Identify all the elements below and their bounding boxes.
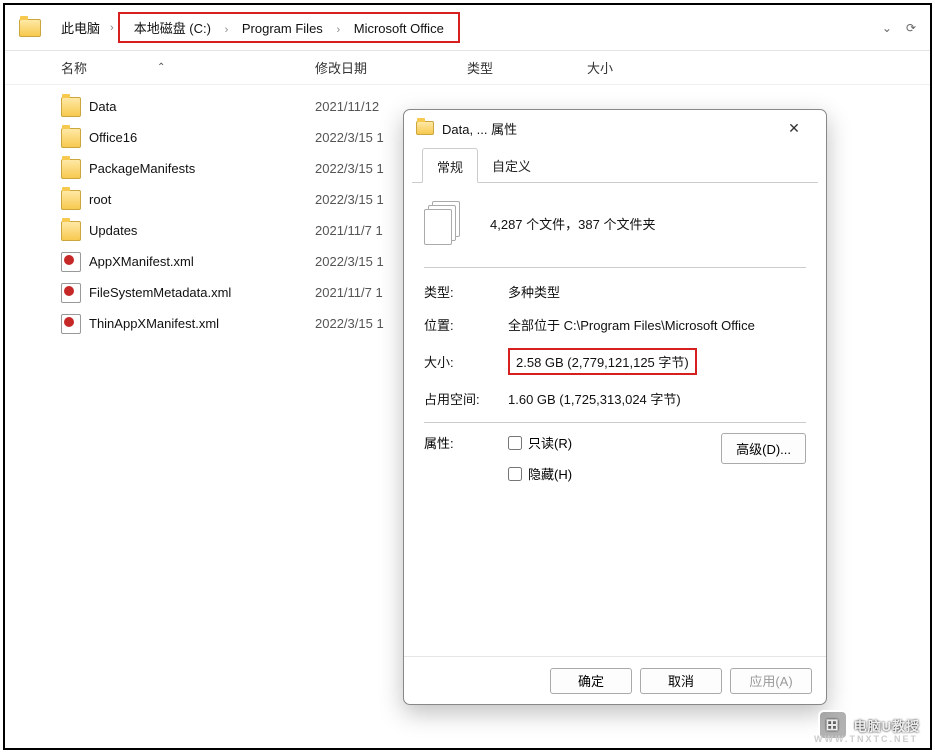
tab-custom[interactable]: 自定义 <box>478 148 545 182</box>
hidden-label: 隐藏(H) <box>528 464 572 483</box>
breadcrumb-part[interactable]: 本地磁盘 (C:) <box>128 15 217 42</box>
chevron-down-icon[interactable]: ⌄ <box>882 21 892 35</box>
file-name: Updates <box>89 223 315 238</box>
size-on-disk-value: 1.60 GB (1,725,313,024 字节) <box>508 389 681 408</box>
file-name: AppXManifest.xml <box>89 254 315 269</box>
file-name: FileSystemMetadata.xml <box>89 285 315 300</box>
watermark-logo-icon: ⊞ <box>818 710 848 740</box>
chevron-right-icon: › <box>332 24 344 36</box>
refresh-icon[interactable]: ⟳ <box>906 21 916 35</box>
file-count-summary: 4,287 个文件，387 个文件夹 <box>490 214 655 233</box>
column-type[interactable]: 类型 <box>467 58 587 77</box>
readonly-label: 只读(R) <box>528 433 572 452</box>
column-name[interactable]: 名称 ⌃ <box>61 58 315 77</box>
dialog-title: Data, ... 属性 <box>442 119 774 138</box>
breadcrumb-root[interactable]: 此电脑 <box>55 12 106 43</box>
folder-icon <box>416 121 434 135</box>
folder-icon <box>61 97 81 117</box>
properties-dialog: Data, ... 属性 ✕ 常规 自定义 4,287 个文件，387 个文件夹… <box>403 109 827 705</box>
watermark-text: 电脑U教授 <box>854 716 920 735</box>
size-on-disk-label: 占用空间: <box>424 389 508 408</box>
xml-file-icon <box>61 283 81 303</box>
column-modified[interactable]: 修改日期 <box>315 58 467 77</box>
dialog-tabs: 常规 自定义 <box>412 148 818 183</box>
file-name: Office16 <box>89 130 315 145</box>
watermark-url: WWW.TNXTC.NET <box>814 734 918 744</box>
breadcrumb-part[interactable]: Microsoft Office <box>348 15 450 42</box>
sort-asc-icon: ⌃ <box>157 62 165 73</box>
file-name: PackageManifests <box>89 161 315 176</box>
readonly-checkbox[interactable]: 只读(R) <box>508 433 572 452</box>
apply-button[interactable]: 应用(A) <box>730 668 812 694</box>
column-size[interactable]: 大小 <box>587 58 930 77</box>
tab-general[interactable]: 常规 <box>422 148 478 183</box>
watermark: ⊞ 电脑U教授 WWW.TNXTC.NET <box>818 710 920 740</box>
folder-icon <box>19 19 41 37</box>
file-name: Data <box>89 99 315 114</box>
type-value: 多种类型 <box>508 282 560 301</box>
advanced-button[interactable]: 高级(D)... <box>721 433 806 464</box>
size-value: 2.58 GB (2,779,121,125 字节) <box>508 348 697 375</box>
cancel-button[interactable]: 取消 <box>640 668 722 694</box>
type-label: 类型: <box>424 282 508 301</box>
dialog-titlebar[interactable]: Data, ... 属性 ✕ <box>404 110 826 146</box>
column-header-row: 名称 ⌃ 修改日期 类型 大小 <box>5 51 930 85</box>
close-button[interactable]: ✕ <box>774 120 814 137</box>
chevron-right-icon: › <box>221 24 233 36</box>
file-name: root <box>89 192 315 207</box>
address-bar[interactable]: 此电脑 › 本地磁盘 (C:) › Program Files › Micros… <box>5 5 930 51</box>
folder-icon <box>61 190 81 210</box>
xml-file-icon <box>61 314 81 334</box>
breadcrumb[interactable]: 此电脑 › 本地磁盘 (C:) › Program Files › Micros… <box>55 12 460 43</box>
hidden-checkbox[interactable]: 隐藏(H) <box>508 464 572 483</box>
folder-icon <box>61 128 81 148</box>
file-name: ThinAppXManifest.xml <box>89 316 315 331</box>
folder-icon <box>61 159 81 179</box>
location-label: 位置: <box>424 315 508 334</box>
column-name-label: 名称 <box>61 58 87 77</box>
folder-icon <box>61 221 81 241</box>
chevron-right-icon: › <box>106 22 118 34</box>
dialog-footer: 确定 取消 应用(A) <box>404 656 826 704</box>
attributes-label: 属性: <box>424 433 508 452</box>
breadcrumb-part[interactable]: Program Files <box>236 15 329 42</box>
location-value: 全部位于 C:\Program Files\Microsoft Office <box>508 315 755 334</box>
xml-file-icon <box>61 252 81 272</box>
ok-button[interactable]: 确定 <box>550 668 632 694</box>
size-label: 大小: <box>424 352 508 371</box>
multi-file-icon <box>424 201 462 245</box>
